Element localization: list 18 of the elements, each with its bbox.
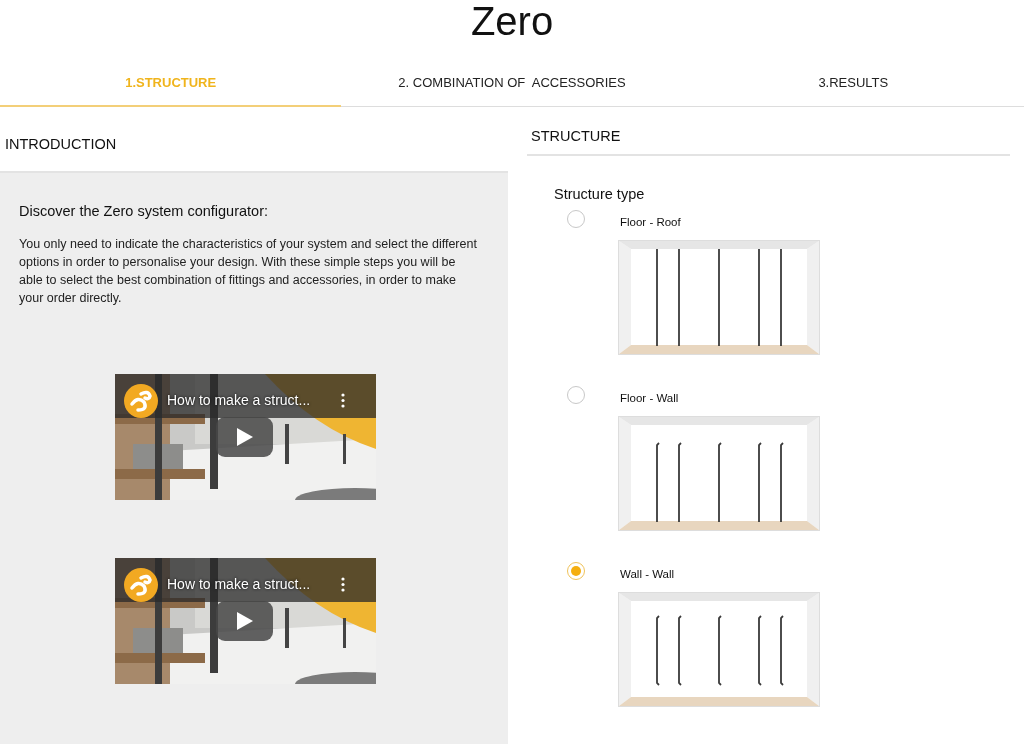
option-label: Floor - Wall: [619, 392, 680, 404]
play-icon: [236, 612, 253, 630]
option-label: Wall - Wall: [619, 568, 676, 580]
play-button[interactable]: [216, 601, 273, 641]
channel-logo-icon: [124, 568, 158, 602]
channel-logo-icon: [124, 384, 158, 418]
step-tab[interactable]: 2. COMBINATION OF ACCESSORIES: [341, 60, 683, 107]
more-options-icon[interactable]: [341, 393, 345, 408]
play-icon: [236, 428, 253, 446]
more-options-icon[interactable]: [341, 577, 345, 592]
play-button[interactable]: [216, 417, 273, 457]
intro-text: You only need to indicate the characteristics of your system and select the different options in order to personalise your design. With these simple steps you will be able to select the best combination of fittings and accessories, in order to make your order directly.: [19, 236, 478, 307]
step-tab[interactable]: 3.RESULTS: [682, 60, 1024, 107]
option-label: Floor - Roof: [619, 216, 682, 228]
intro-heading: Discover the Zero system configurator:: [19, 203, 269, 219]
page-title: Zero: [469, 0, 555, 45]
field-label: Structure type: [554, 186, 646, 202]
section-header: STRUCTURE: [527, 107, 1010, 156]
